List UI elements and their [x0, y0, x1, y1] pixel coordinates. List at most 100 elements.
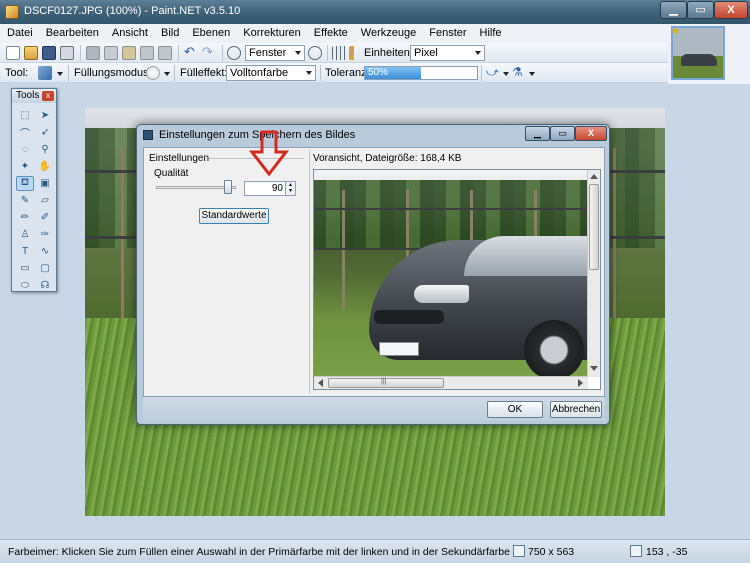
- lasso-select-icon[interactable]: ⌒: [16, 125, 34, 140]
- chevron-down-icon: [475, 51, 481, 55]
- scroll-left-icon[interactable]: [318, 379, 323, 387]
- menu-ebenen[interactable]: Ebenen: [185, 24, 236, 39]
- preview-horizontal-scrollbar[interactable]: |||: [314, 376, 588, 389]
- rounded-rectangle-icon[interactable]: ▢: [36, 261, 54, 276]
- ellipse-shape-icon[interactable]: ⬭: [16, 278, 34, 293]
- ok-button[interactable]: OK: [487, 401, 543, 418]
- units-combo[interactable]: Pixel: [410, 45, 485, 61]
- dialog-body: Einstellungen Qualität 90 ▲ ▼ Standardwer…: [143, 147, 605, 397]
- blend-mode-icon[interactable]: ⚗: [512, 66, 526, 80]
- dialog-panel-divider: [309, 150, 310, 394]
- pan-tool-icon[interactable]: ✋: [36, 159, 54, 174]
- quality-spinbox[interactable]: 90 ▲ ▼: [244, 181, 296, 196]
- tools-title-bar[interactable]: Tools x: [12, 89, 56, 103]
- ellipse-select-icon[interactable]: ◌: [16, 142, 34, 157]
- spin-up-down-icon[interactable]: ▲ ▼: [285, 182, 295, 195]
- open-folder-icon[interactable]: [24, 46, 38, 60]
- dialog-maximize-button[interactable]: ▭: [550, 126, 575, 141]
- paintbrush-icon[interactable]: ✎: [16, 193, 34, 208]
- clone-stamp-icon[interactable]: ♙: [16, 227, 34, 242]
- quality-slider-thumb[interactable]: [224, 180, 232, 194]
- color-picker-icon[interactable]: ✐: [36, 210, 54, 225]
- menu-datei[interactable]: Datei: [0, 24, 39, 39]
- close-button[interactable]: X: [714, 1, 748, 19]
- tools-close-button[interactable]: x: [42, 91, 54, 101]
- redo-icon[interactable]: ↷: [202, 45, 216, 60]
- fill-effect-combo[interactable]: Volltonfarbe: [226, 65, 316, 81]
- save-settings-dialog: Einstellungen zum Speichern des Bildes ▁…: [136, 124, 610, 425]
- cancel-button[interactable]: Abbrechen: [550, 401, 602, 418]
- cut-icon[interactable]: [86, 46, 100, 60]
- scroll-up-icon[interactable]: [590, 174, 598, 179]
- menu-effekte[interactable]: Effekte: [307, 24, 354, 39]
- line-curve-icon[interactable]: ∿: [36, 244, 54, 259]
- preview-pane: |||: [313, 169, 601, 390]
- toolbar-separator: [320, 65, 321, 81]
- menu-bearbeiten[interactable]: Bearbeiten: [39, 24, 105, 39]
- menu-bild[interactable]: Bild: [154, 24, 185, 39]
- menu-fenster[interactable]: Fenster: [422, 24, 472, 39]
- chevron-down-icon[interactable]: [503, 72, 509, 76]
- scroll-right-icon[interactable]: [578, 379, 583, 387]
- deselect-icon[interactable]: [158, 46, 172, 60]
- paint-bucket-icon[interactable]: [38, 66, 52, 80]
- paint-bucket-tool-icon[interactable]: ⛾: [16, 176, 34, 191]
- recolor-icon[interactable]: ✑: [36, 227, 54, 242]
- new-file-icon[interactable]: [6, 46, 20, 60]
- save-icon[interactable]: [42, 46, 56, 60]
- preview-car-window: [464, 236, 588, 276]
- fill-mode-icon[interactable]: [146, 66, 160, 80]
- tolerance-label: Toleranz:: [325, 67, 370, 79]
- save-icon: [143, 130, 153, 140]
- chevron-down-icon: [306, 71, 312, 75]
- menu-hilfe[interactable]: Hilfe: [473, 24, 508, 39]
- move-selected-icon[interactable]: ➶: [36, 125, 54, 140]
- pencil-icon[interactable]: ✏: [16, 210, 34, 225]
- rectangle-select-icon[interactable]: ⬚: [16, 108, 34, 123]
- tolerance-slider[interactable]: 50%: [364, 66, 478, 80]
- crop-icon[interactable]: [140, 46, 154, 60]
- zoom-out-icon[interactable]: [227, 46, 241, 60]
- settings-group-label: Einstellungen: [149, 153, 210, 164]
- thumb-sky: [673, 28, 723, 56]
- star-icon: ★: [671, 26, 680, 37]
- undo-icon[interactable]: ↶: [184, 45, 198, 60]
- freeform-shape-icon[interactable]: ☊: [36, 278, 54, 293]
- menu-werkzeuge[interactable]: Werkzeuge: [354, 24, 422, 39]
- copy-icon[interactable]: [104, 46, 118, 60]
- rectangle-shape-icon[interactable]: ▭: [16, 261, 34, 276]
- antialias-icon[interactable]: ⤻: [486, 66, 500, 80]
- zoom-combo[interactable]: Fenster: [245, 45, 305, 61]
- print-icon[interactable]: [60, 46, 74, 60]
- grid-icon[interactable]: [332, 46, 346, 60]
- text-tool-icon[interactable]: T: [16, 244, 34, 259]
- fill-mode-label: Füllungsmodus:: [74, 67, 152, 79]
- vertical-scroll-thumb[interactable]: [589, 184, 599, 270]
- eraser-icon[interactable]: ▱: [36, 193, 54, 208]
- scroll-down-icon[interactable]: [590, 366, 598, 371]
- horizontal-scroll-thumb[interactable]: |||: [328, 378, 444, 388]
- move-selection-icon[interactable]: ➤: [36, 108, 54, 123]
- minimize-button[interactable]: ▁: [660, 1, 687, 19]
- menu-ansicht[interactable]: Ansicht: [105, 24, 154, 39]
- dialog-title-bar[interactable]: Einstellungen zum Speichern des Bildes ▁…: [137, 125, 609, 145]
- menu-korrekturen[interactable]: Korrekturen: [236, 24, 306, 39]
- paste-icon[interactable]: [122, 46, 136, 60]
- zoom-tool-icon[interactable]: ⚲: [36, 142, 54, 157]
- preview-vertical-scrollbar[interactable]: [587, 170, 600, 377]
- preview-car-plate: [379, 342, 419, 356]
- chevron-down-icon[interactable]: [57, 72, 63, 76]
- dialog-close-button[interactable]: X: [575, 126, 607, 141]
- chevron-down-icon[interactable]: [164, 72, 170, 76]
- maximize-button[interactable]: ▭: [687, 1, 714, 19]
- gradient-tool-icon[interactable]: ▣: [36, 176, 54, 191]
- chevron-down-icon[interactable]: [529, 72, 535, 76]
- ruler-icon[interactable]: [349, 46, 363, 60]
- defaults-button[interactable]: Standardwerte: [199, 208, 269, 224]
- cursor-position: 153 , -35: [646, 546, 688, 558]
- magic-wand-icon[interactable]: ✦: [16, 159, 34, 174]
- tool-label: Tool:: [5, 67, 29, 79]
- zoom-in-icon[interactable]: [308, 46, 322, 60]
- image-size-icon: [513, 545, 525, 557]
- dialog-minimize-button[interactable]: ▁: [525, 126, 550, 141]
